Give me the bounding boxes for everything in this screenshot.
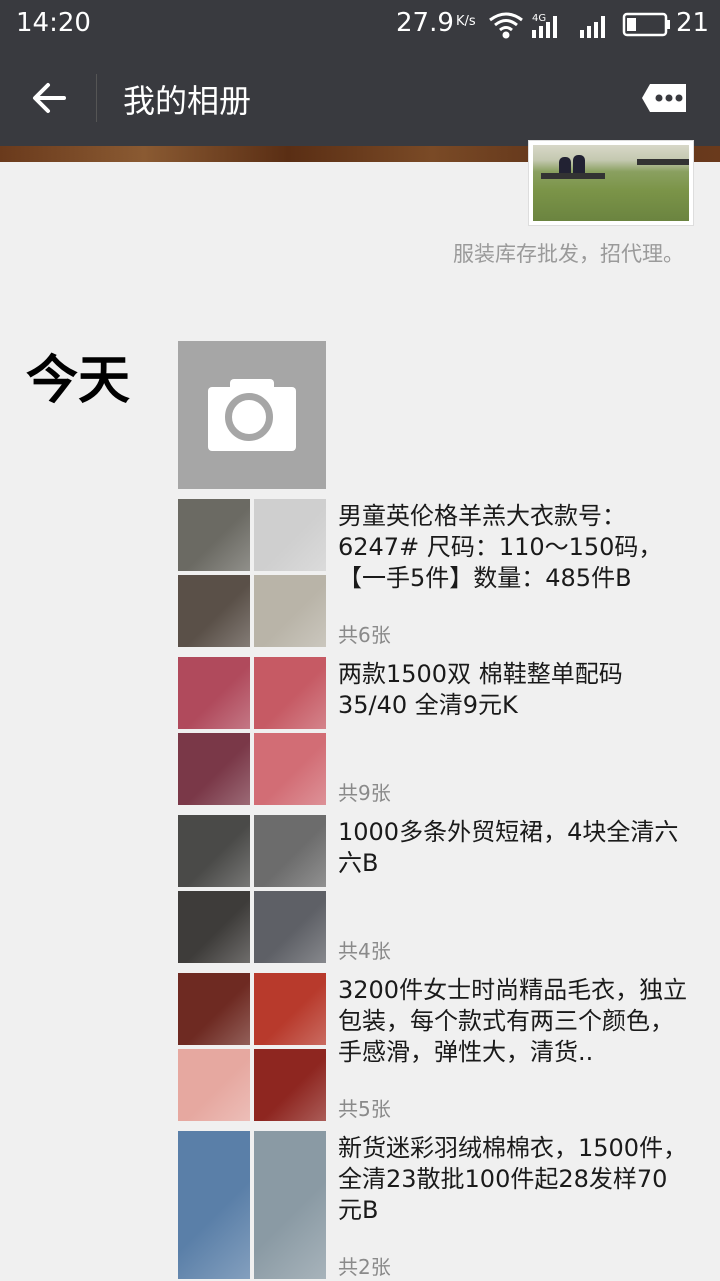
camera-lens-icon	[225, 393, 273, 441]
post-thumbnails	[178, 815, 326, 963]
signal-icon	[580, 16, 605, 38]
photo-count: 共5张	[338, 1097, 391, 1121]
profile-signature: 服装库存批发，招代理。	[453, 242, 684, 266]
post-thumbnails	[178, 973, 326, 1121]
post-item[interactable]: 1000多条外贸短裙，4块全清六六B 共4张	[178, 815, 698, 965]
post-thumbnail	[254, 1131, 326, 1279]
post-thumbnail	[254, 575, 326, 647]
post-thumbnail	[178, 733, 250, 805]
post-text: 两款1500双 棉鞋整单配码35/40 全清9元K	[338, 660, 623, 719]
back-button[interactable]	[20, 68, 80, 128]
battery-level: 21	[676, 8, 710, 38]
more-chat-icon	[642, 84, 686, 112]
post-thumbnail	[254, 1049, 326, 1121]
post-text: 1000多条外贸短裙，4块全清六六B	[338, 818, 679, 877]
post-thumbnail	[254, 657, 326, 729]
post-thumbnail	[254, 733, 326, 805]
post-item[interactable]: 两款1500双 棉鞋整单配码35/40 全清9元K 共9张	[178, 657, 698, 807]
avatar[interactable]	[528, 140, 694, 226]
svg-text:4G: 4G	[532, 13, 546, 24]
post-thumbnail	[178, 815, 250, 887]
post-thumbnail	[178, 973, 250, 1045]
status-icons: 4G	[489, 12, 670, 39]
back-arrow-icon	[33, 83, 66, 113]
post-thumbnails	[178, 657, 326, 805]
photo-count: 共2张	[338, 1255, 391, 1279]
post-text: 男童英伦格羊羔大衣款号：6247# 尺码：110～150码，【一手5件】数量：4…	[338, 502, 663, 592]
post-thumbnail	[254, 891, 326, 963]
post-text: 新货迷彩羽绒棉棉衣，1500件，全清23散批100件起28发样70元B	[338, 1134, 688, 1224]
title-divider	[96, 74, 97, 122]
post-thumbnail	[254, 973, 326, 1045]
wifi-icon	[489, 12, 523, 39]
page-title: 我的相册	[123, 82, 252, 120]
more-button[interactable]	[636, 68, 696, 128]
status-bar: 14:20 27.9 K/s 4G 21	[0, 0, 720, 48]
post-thumbnail	[254, 815, 326, 887]
photo-count: 共6张	[338, 623, 391, 647]
post-thumbnails	[178, 499, 326, 647]
avatar-image	[533, 145, 689, 221]
network-speed-unit: K/s	[456, 14, 476, 29]
post-item[interactable]: 新货迷彩羽绒棉棉衣，1500件，全清23散批100件起28发样70元B 共2张	[178, 1131, 698, 1281]
post-thumbnail	[178, 891, 250, 963]
post-thumbnail	[178, 1131, 250, 1279]
post-thumbnail	[178, 657, 250, 729]
title-bar: 我的相册	[0, 48, 720, 146]
network-speed: 27.9	[396, 8, 454, 38]
post-thumbnail	[178, 1049, 250, 1121]
4g-signal-icon: 4G	[532, 13, 557, 38]
battery-icon	[622, 12, 670, 37]
photo-count: 共9张	[338, 781, 391, 805]
post-text: 3200件女士时尚精品毛衣，独立包装，每个款式有两三个颜色，手感滑，弹性大，清货…	[338, 976, 688, 1066]
post-item[interactable]: 3200件女士时尚精品毛衣，独立包装，每个款式有两三个颜色，手感滑，弹性大，清货…	[178, 973, 698, 1123]
post-item[interactable]: 男童英伦格羊羔大衣款号：6247# 尺码：110～150码，【一手5件】数量：4…	[178, 499, 698, 649]
post-thumbnail	[254, 499, 326, 571]
photo-count: 共4张	[338, 939, 391, 963]
post-thumbnails	[178, 1131, 326, 1279]
status-time: 14:20	[16, 8, 91, 38]
post-thumbnail	[178, 575, 250, 647]
post-thumbnail	[178, 499, 250, 571]
day-label: 今天	[26, 351, 131, 411]
add-photo-button[interactable]	[178, 341, 326, 489]
